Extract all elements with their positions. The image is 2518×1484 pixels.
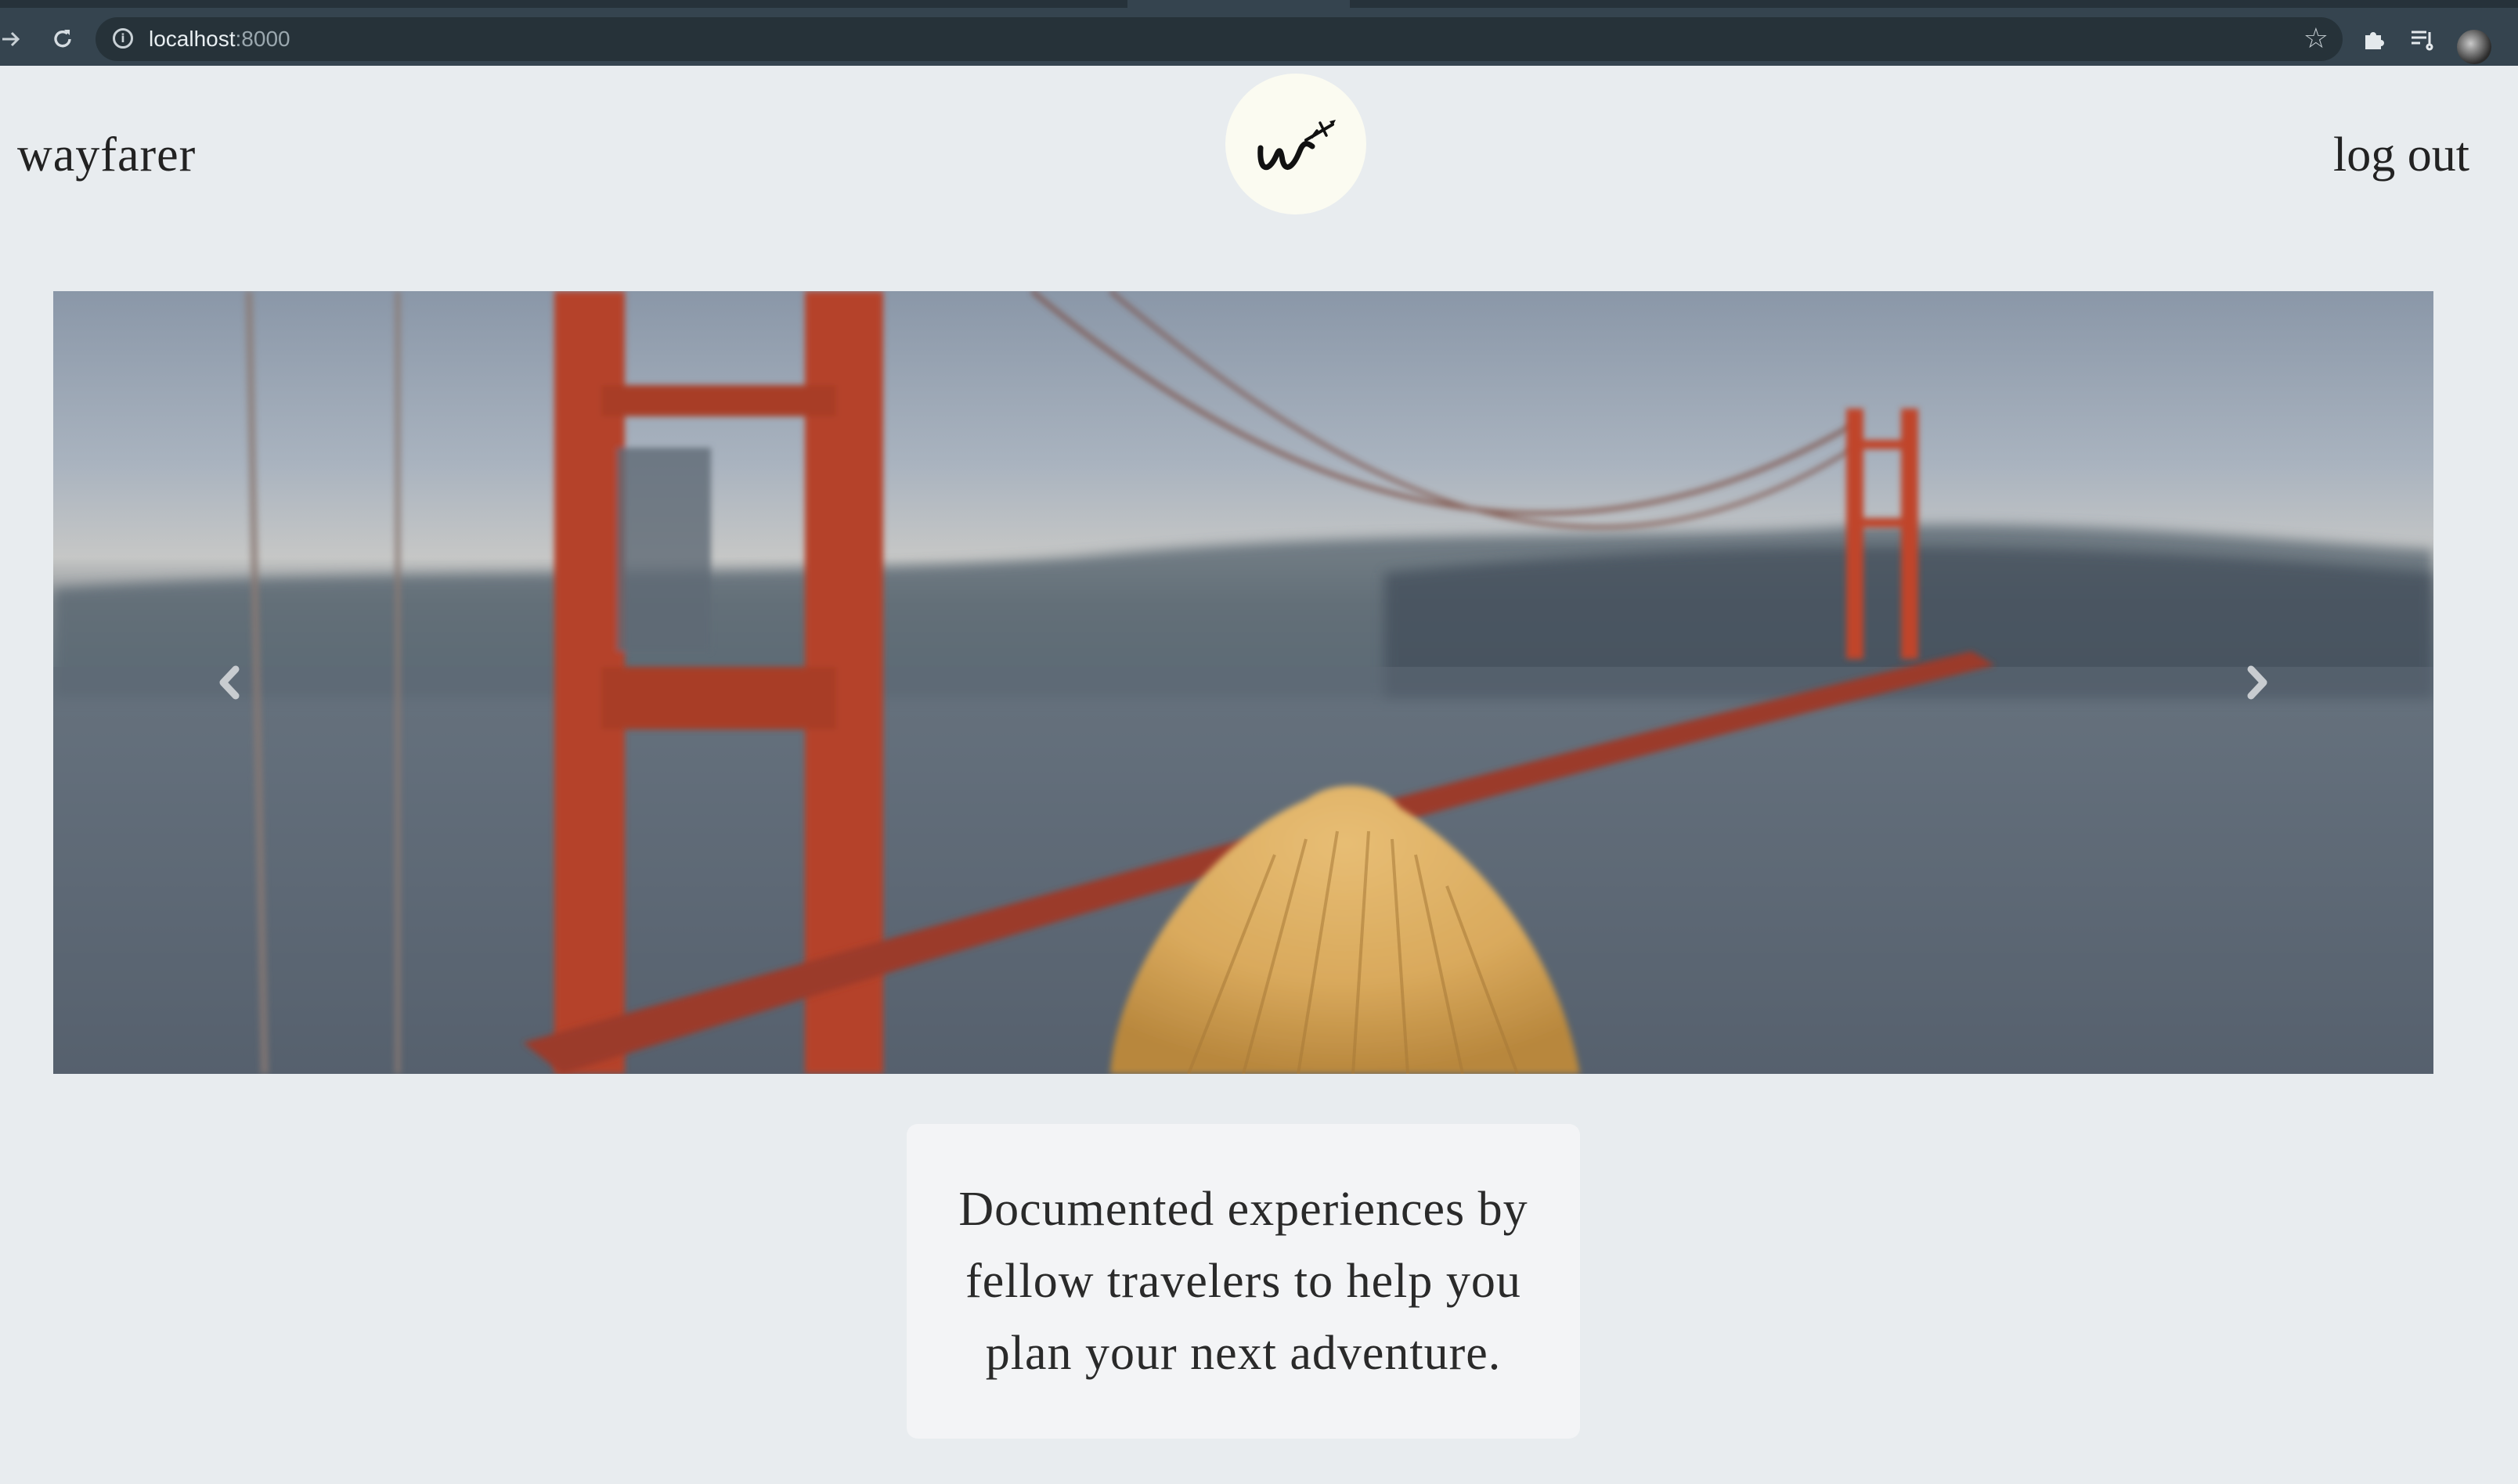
url-text: localhost:8000: [149, 27, 290, 51]
tagline-text: Documented experiences by fellow travele…: [958, 1183, 1528, 1380]
bookmark-star-icon[interactable]: ☆: [2303, 23, 2329, 55]
browser-tabstrip: [0, 0, 2518, 13]
carousel-next-button[interactable]: [2222, 647, 2293, 718]
tab-inactive[interactable]: [1350, 0, 2518, 8]
reading-list-icon[interactable]: [2405, 22, 2440, 56]
chevron-left-icon: [219, 665, 240, 700]
reload-icon[interactable]: [45, 22, 80, 56]
address-bar[interactable]: i localhost:8000 ☆: [96, 17, 2343, 61]
hero-carousel: [53, 291, 2433, 1074]
tagline-card: Documented experiences by fellow travele…: [907, 1124, 1580, 1439]
site-info-icon[interactable]: i: [113, 28, 133, 49]
logo-mark-icon: [1257, 120, 1336, 171]
carousel-image: [53, 291, 2433, 1074]
brand-name[interactable]: wayfarer: [17, 124, 196, 186]
browser-toolbar: i localhost:8000 ☆: [0, 13, 2518, 66]
extensions-icon[interactable]: [2357, 22, 2391, 56]
tab-inactive[interactable]: [0, 0, 1127, 8]
forward-icon[interactable]: [0, 22, 28, 56]
chevron-right-icon: [2247, 665, 2267, 700]
wayfarer-logo[interactable]: [1225, 74, 1366, 214]
profile-avatar[interactable]: [2457, 30, 2491, 64]
logout-link[interactable]: log out: [2333, 124, 2469, 186]
carousel-prev-button[interactable]: [194, 647, 265, 718]
